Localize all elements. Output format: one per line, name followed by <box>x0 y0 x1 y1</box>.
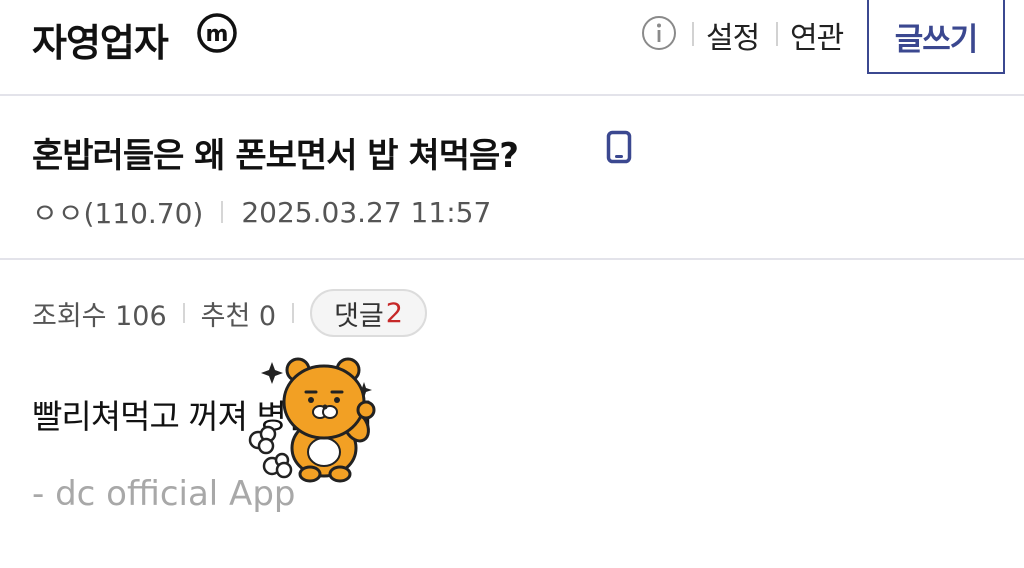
comments-button[interactable]: 댓글 2 <box>310 289 427 337</box>
minor-gallery-badge-icon: m <box>197 13 237 53</box>
gallery-title[interactable]: 자영업자 <box>32 12 169 67</box>
header-divider <box>776 22 778 46</box>
post-datetime: 2025.03.27 11:57 <box>241 195 492 229</box>
related-gallery-link[interactable]: 연관 <box>790 13 844 57</box>
comments-label: 댓글 <box>334 300 384 332</box>
view-count: 조회수 106 <box>32 300 167 332</box>
settings-link[interactable]: 설정 <box>706 13 760 57</box>
write-post-label: 글쓰기 <box>894 21 979 58</box>
minor-badge-letter: m <box>206 22 229 47</box>
meta-divider <box>221 201 224 223</box>
write-post-button[interactable]: 글쓰기 <box>867 0 1005 74</box>
header-divider <box>692 22 694 46</box>
recommend-count: 추천 0 <box>200 300 277 332</box>
post-author[interactable]: ㅇㅇ(110.70) <box>32 192 203 232</box>
stats-divider <box>292 303 295 323</box>
mobile-phone-icon <box>606 130 632 164</box>
post-title: 혼밥러들은 왜 폰보면서 밥 쳐먹음? <box>32 136 519 176</box>
post-meta: ㅇㅇ(110.70) 2025.03.27 11:57 <box>32 192 491 232</box>
post-header: 혼밥러들은 왜 폰보면서 밥 쳐먹음? ㅇㅇ(110.70) 2025.03.2… <box>0 96 1024 260</box>
post-stats: 조회수 106 추천 0 댓글 2 <box>32 289 427 337</box>
comments-count: 2 <box>385 297 403 329</box>
ryan-sticker-icon <box>248 357 376 483</box>
info-icon[interactable] <box>640 14 678 52</box>
stats-divider <box>182 303 185 323</box>
gallery-header: 자영업자 m 설정 연관 글쓰기 <box>0 0 1024 96</box>
